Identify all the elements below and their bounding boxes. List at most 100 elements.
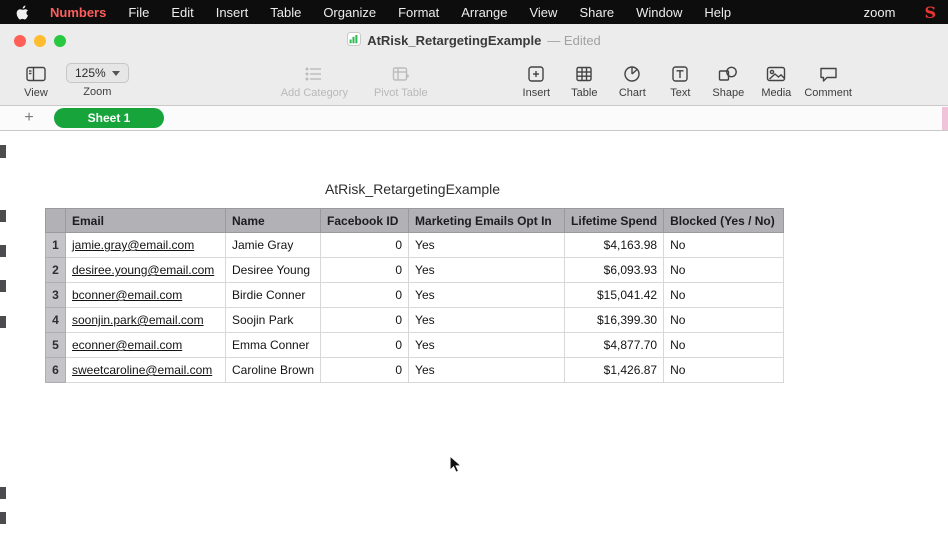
menu-item-share[interactable]: Share bbox=[568, 5, 625, 20]
row-number[interactable]: 3 bbox=[46, 283, 66, 308]
cell-opt-in[interactable]: Yes bbox=[409, 333, 565, 358]
cell-facebook-id[interactable]: 0 bbox=[321, 283, 409, 308]
pivot-table-label: Pivot Table bbox=[374, 87, 428, 99]
cell-email[interactable]: econner@email.com bbox=[66, 333, 226, 358]
table-icon bbox=[575, 63, 593, 85]
cell-blocked[interactable]: No bbox=[664, 308, 784, 333]
cell-lifetime-spend[interactable]: $6,093.93 bbox=[565, 258, 664, 283]
shape-button[interactable]: Shape bbox=[708, 63, 748, 99]
shape-icon bbox=[718, 63, 738, 85]
comment-button[interactable]: Comment bbox=[804, 63, 852, 99]
cell-lifetime-spend[interactable]: $15,041.42 bbox=[565, 283, 664, 308]
table-row: 6sweetcaroline@email.comCaroline Brown0Y… bbox=[46, 358, 784, 383]
document-edited-badge: — Edited bbox=[547, 33, 600, 48]
insert-button[interactable]: Insert bbox=[516, 63, 556, 99]
menu-item-organize[interactable]: Organize bbox=[312, 5, 387, 20]
cell-opt-in[interactable]: Yes bbox=[409, 358, 565, 383]
sheet-tab-bar: + Sheet 1 bbox=[0, 106, 948, 131]
menu-item-file[interactable]: File bbox=[117, 5, 160, 20]
cell-lifetime-spend[interactable]: $1,426.87 bbox=[565, 358, 664, 383]
cell-opt-in[interactable]: Yes bbox=[409, 308, 565, 333]
edge-artifact bbox=[942, 107, 948, 130]
media-label: Media bbox=[761, 87, 791, 99]
cell-name[interactable]: Jamie Gray bbox=[226, 233, 321, 258]
cell-email[interactable]: jamie.gray@email.com bbox=[66, 233, 226, 258]
cell-lifetime-spend[interactable]: $4,163.98 bbox=[565, 233, 664, 258]
zoom-dropdown[interactable]: 125% bbox=[66, 63, 129, 83]
document-title: AtRisk_RetargetingExample bbox=[367, 33, 541, 48]
status-s-logo-icon[interactable]: S bbox=[924, 3, 936, 22]
cell-blocked[interactable]: No bbox=[664, 258, 784, 283]
cell-email[interactable]: soonjin.park@email.com bbox=[66, 308, 226, 333]
chart-label: Chart bbox=[619, 87, 646, 99]
cell-blocked[interactable]: No bbox=[664, 233, 784, 258]
menu-item-insert[interactable]: Insert bbox=[205, 5, 260, 20]
cell-blocked[interactable]: No bbox=[664, 283, 784, 308]
column-header-email[interactable]: Email bbox=[66, 209, 226, 233]
menu-item-table[interactable]: Table bbox=[259, 5, 312, 20]
cell-lifetime-spend[interactable]: $4,877.70 bbox=[565, 333, 664, 358]
menu-item-format[interactable]: Format bbox=[387, 5, 450, 20]
apple-menu-icon[interactable] bbox=[12, 5, 39, 20]
zoom-control: 125% Zoom bbox=[66, 63, 129, 98]
table-button[interactable]: Table bbox=[564, 63, 604, 99]
window-title-group: AtRisk_RetargetingExample — Edited bbox=[0, 32, 948, 49]
table-label: Table bbox=[571, 87, 597, 99]
row-number[interactable]: 5 bbox=[46, 333, 66, 358]
text-label: Text bbox=[670, 87, 690, 99]
column-header-marketing-emails-opt-in[interactable]: Marketing Emails Opt In bbox=[409, 209, 565, 233]
menu-app-name[interactable]: Numbers bbox=[39, 5, 117, 20]
table-row: 2desiree.young@email.comDesiree Young0Ye… bbox=[46, 258, 784, 283]
column-header-lifetime-spend[interactable]: Lifetime Spend bbox=[565, 209, 664, 233]
insert-icon bbox=[527, 63, 545, 85]
table-corner[interactable] bbox=[46, 209, 66, 233]
cell-opt-in[interactable]: Yes bbox=[409, 233, 565, 258]
table-title[interactable]: AtRisk_RetargetingExample bbox=[45, 181, 780, 197]
mouse-cursor bbox=[449, 455, 463, 480]
cell-blocked[interactable]: No bbox=[664, 358, 784, 383]
add-sheet-button[interactable]: + bbox=[20, 109, 38, 127]
cell-email[interactable]: sweetcaroline@email.com bbox=[66, 358, 226, 383]
comment-icon bbox=[819, 63, 838, 85]
view-button[interactable]: View bbox=[16, 63, 56, 99]
tab-sheet-1[interactable]: Sheet 1 bbox=[54, 108, 164, 128]
row-number[interactable]: 4 bbox=[46, 308, 66, 333]
menu-item-arrange[interactable]: Arrange bbox=[450, 5, 518, 20]
row-number[interactable]: 1 bbox=[46, 233, 66, 258]
cell-email[interactable]: desiree.young@email.com bbox=[66, 258, 226, 283]
menu-item-window[interactable]: Window bbox=[625, 5, 693, 20]
cell-blocked[interactable]: No bbox=[664, 333, 784, 358]
document-canvas[interactable]: AtRisk_RetargetingExample EmailNameFaceb… bbox=[0, 131, 948, 545]
column-header-facebook-id[interactable]: Facebook ID bbox=[321, 209, 409, 233]
chart-button[interactable]: Chart bbox=[612, 63, 652, 99]
menu-items: FileEditInsertTableOrganizeFormatArrange… bbox=[117, 5, 742, 20]
cell-name[interactable]: Caroline Brown bbox=[226, 358, 321, 383]
menu-item-zoom-status[interactable]: zoom bbox=[853, 5, 907, 20]
menu-item-view[interactable]: View bbox=[518, 5, 568, 20]
menu-item-edit[interactable]: Edit bbox=[160, 5, 204, 20]
cell-lifetime-spend[interactable]: $16,399.30 bbox=[565, 308, 664, 333]
cell-facebook-id[interactable]: 0 bbox=[321, 308, 409, 333]
pivot-table-button: Pivot Table bbox=[374, 63, 428, 99]
cell-opt-in[interactable]: Yes bbox=[409, 258, 565, 283]
cell-facebook-id[interactable]: 0 bbox=[321, 258, 409, 283]
cell-name[interactable]: Desiree Young bbox=[226, 258, 321, 283]
cell-name[interactable]: Soojin Park bbox=[226, 308, 321, 333]
toolbar: View 125% Zoom Add Category Pivot Table bbox=[0, 58, 948, 106]
cell-opt-in[interactable]: Yes bbox=[409, 283, 565, 308]
row-number[interactable]: 2 bbox=[46, 258, 66, 283]
edge-artifact bbox=[0, 145, 6, 158]
row-number[interactable]: 6 bbox=[46, 358, 66, 383]
cell-name[interactable]: Birdie Conner bbox=[226, 283, 321, 308]
column-header-blocked-yes-no[interactable]: Blocked (Yes / No) bbox=[664, 209, 784, 233]
edge-artifact bbox=[0, 245, 6, 257]
menu-item-help[interactable]: Help bbox=[693, 5, 742, 20]
cell-facebook-id[interactable]: 0 bbox=[321, 358, 409, 383]
media-button[interactable]: Media bbox=[756, 63, 796, 99]
cell-email[interactable]: bconner@email.com bbox=[66, 283, 226, 308]
cell-facebook-id[interactable]: 0 bbox=[321, 233, 409, 258]
cell-facebook-id[interactable]: 0 bbox=[321, 333, 409, 358]
column-header-name[interactable]: Name bbox=[226, 209, 321, 233]
text-button[interactable]: Text bbox=[660, 63, 700, 99]
cell-name[interactable]: Emma Conner bbox=[226, 333, 321, 358]
